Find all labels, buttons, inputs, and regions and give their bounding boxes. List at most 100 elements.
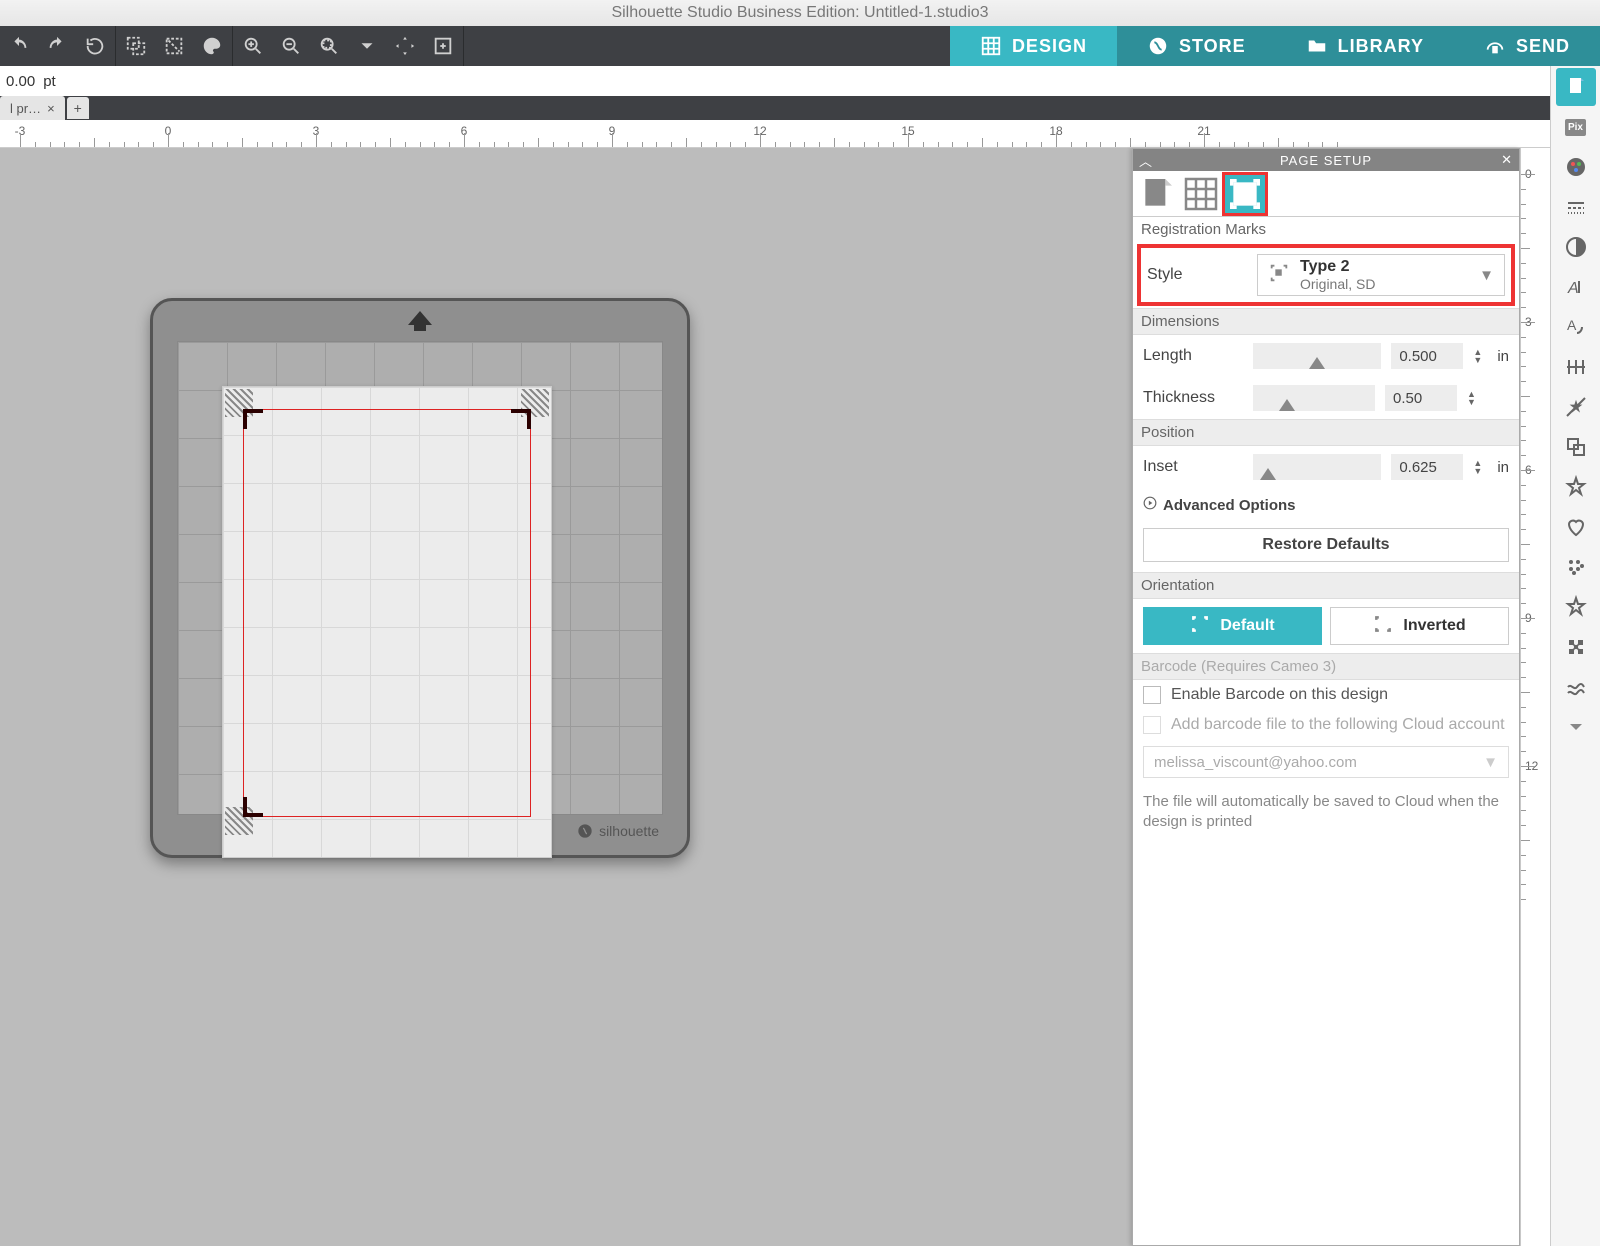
- registration-mark-icon: [511, 409, 531, 429]
- orientation-inverted-button[interactable]: Inverted: [1330, 607, 1509, 645]
- inset-stepper[interactable]: ▲▼: [1473, 459, 1487, 475]
- panel-tab-registration[interactable]: [1225, 175, 1265, 213]
- add-cloud-label: Add barcode file to the following Cloud …: [1171, 716, 1505, 734]
- value-field[interactable]: 0.00: [6, 73, 35, 90]
- corners-icon: [1190, 614, 1210, 639]
- enable-barcode-label: Enable Barcode on this design: [1171, 686, 1388, 704]
- length-stepper[interactable]: ▲▼: [1473, 348, 1487, 364]
- cloud-account-select[interactable]: melissa_viscount@yahoo.com ▼: [1143, 746, 1509, 778]
- main-toolbar: DESIGN STORE LIBRARY SEND: [0, 26, 1600, 66]
- sketch-tool[interactable]: [1556, 668, 1596, 706]
- page-setup-panel: ︿ PAGE SETUP ✕ Registration Marks Style …: [1132, 148, 1520, 1246]
- page[interactable]: [222, 386, 552, 858]
- text-style-tool[interactable]: A: [1556, 268, 1596, 306]
- panel-tabs: [1133, 171, 1519, 217]
- style-label: Style: [1147, 266, 1247, 284]
- page-setup-tool[interactable]: [1556, 68, 1596, 106]
- tab-label: DESIGN: [1012, 36, 1087, 57]
- weld-tool[interactable]: [1556, 388, 1596, 426]
- text-path-tool[interactable]: A: [1556, 308, 1596, 346]
- section-barcode: Barcode (Requires Cameo 3): [1133, 653, 1519, 680]
- panel-tab-grid[interactable]: [1181, 175, 1221, 213]
- inset-input[interactable]: 0.625: [1391, 454, 1463, 480]
- mat-grid: [177, 341, 663, 815]
- thickness-stepper[interactable]: ▲▼: [1467, 390, 1481, 406]
- refresh-button[interactable]: [76, 26, 114, 66]
- star-fill-tool[interactable]: [1556, 588, 1596, 626]
- chevron-down-icon: ▼: [1483, 754, 1498, 771]
- mat-brand-label: silhouette: [577, 823, 659, 839]
- store-icon: [1147, 35, 1169, 57]
- workspace[interactable]: 036912 silhouette ︿: [0, 148, 1600, 1246]
- redo-button[interactable]: [38, 26, 76, 66]
- zoom-in-button[interactable]: [234, 26, 272, 66]
- grid-icon: [980, 35, 1002, 57]
- inset-slider[interactable]: [1253, 454, 1381, 480]
- section-orientation: Orientation: [1133, 572, 1519, 599]
- style-subvalue: Original, SD: [1300, 276, 1375, 292]
- fill-color-tool[interactable]: [1556, 148, 1596, 186]
- registration-mark-icon: [243, 797, 263, 817]
- heart-tool[interactable]: [1556, 508, 1596, 546]
- zoom-dropdown-button[interactable]: [348, 26, 386, 66]
- enable-barcode-checkbox[interactable]: [1143, 686, 1161, 704]
- document-tab[interactable]: l pr… ×: [0, 96, 65, 120]
- orientation-default-button[interactable]: Default: [1143, 607, 1322, 645]
- pixscan-tool[interactable]: Pix: [1556, 108, 1596, 146]
- tab-send[interactable]: SEND: [1454, 26, 1600, 66]
- tab-library[interactable]: LIBRARY: [1276, 26, 1454, 66]
- cut-border: [243, 409, 531, 817]
- right-tool-column: Pix A A: [1550, 66, 1600, 1246]
- play-icon: [1143, 496, 1157, 514]
- send-icon: [1484, 35, 1506, 57]
- puzzle-tool[interactable]: [1556, 628, 1596, 666]
- panel-header: ︿ PAGE SETUP ✕: [1133, 149, 1519, 171]
- zoom-out-button[interactable]: [272, 26, 310, 66]
- chevron-down-icon: ▼: [1479, 267, 1494, 284]
- tab-label: LIBRARY: [1338, 36, 1424, 57]
- svg-text:A: A: [1567, 280, 1579, 297]
- ruler-vertical: 036912: [1520, 148, 1550, 1246]
- cloud-note: The file will automatically be saved to …: [1133, 784, 1519, 841]
- registration-icon: [1268, 262, 1290, 288]
- replicate-tool[interactable]: [1556, 428, 1596, 466]
- document-tab-label: l pr…: [10, 101, 41, 116]
- style-select[interactable]: Type 2 Original, SD ▼: [1257, 254, 1505, 296]
- tab-store[interactable]: STORE: [1117, 26, 1276, 66]
- panel-title: PAGE SETUP: [1133, 153, 1519, 168]
- deselect-button[interactable]: [155, 26, 193, 66]
- star-outline-tool[interactable]: [1556, 468, 1596, 506]
- undo-button[interactable]: [0, 26, 38, 66]
- length-label: Length: [1143, 347, 1243, 365]
- length-unit: in: [1497, 348, 1509, 365]
- length-slider[interactable]: [1253, 343, 1381, 369]
- document-tab-bar: l pr… × +: [0, 96, 1600, 120]
- align-tool[interactable]: [1556, 348, 1596, 386]
- unit-label: pt: [43, 73, 56, 90]
- property-bar: 0.00 pt: [0, 66, 1600, 96]
- pan-button[interactable]: [386, 26, 424, 66]
- restore-defaults-button[interactable]: Restore Defaults: [1143, 528, 1509, 562]
- fit-button[interactable]: [424, 26, 462, 66]
- palette-button[interactable]: [193, 26, 231, 66]
- panel-tab-page[interactable]: [1137, 175, 1177, 213]
- tab-label: STORE: [1179, 36, 1246, 57]
- length-input[interactable]: 0.500: [1391, 343, 1463, 369]
- inset-unit: in: [1497, 459, 1509, 476]
- close-icon[interactable]: ×: [47, 101, 55, 116]
- line-style-tool[interactable]: [1556, 188, 1596, 226]
- zoom-selection-button[interactable]: [310, 26, 348, 66]
- rhinestone-tool[interactable]: [1556, 548, 1596, 586]
- select-all-button[interactable]: [117, 26, 155, 66]
- tab-design[interactable]: DESIGN: [950, 26, 1117, 66]
- svg-text:A: A: [1567, 317, 1577, 333]
- advanced-options-toggle[interactable]: Advanced Options: [1133, 488, 1519, 522]
- chevron-down-icon[interactable]: [1556, 708, 1596, 746]
- add-cloud-checkbox[interactable]: [1143, 716, 1161, 734]
- contrast-tool[interactable]: [1556, 228, 1596, 266]
- section-position: Position: [1133, 419, 1519, 446]
- add-document-button[interactable]: +: [67, 97, 89, 119]
- thickness-slider[interactable]: [1253, 385, 1375, 411]
- thickness-input[interactable]: 0.50: [1385, 385, 1457, 411]
- ruler-horizontal: -3036912151821: [0, 120, 1600, 148]
